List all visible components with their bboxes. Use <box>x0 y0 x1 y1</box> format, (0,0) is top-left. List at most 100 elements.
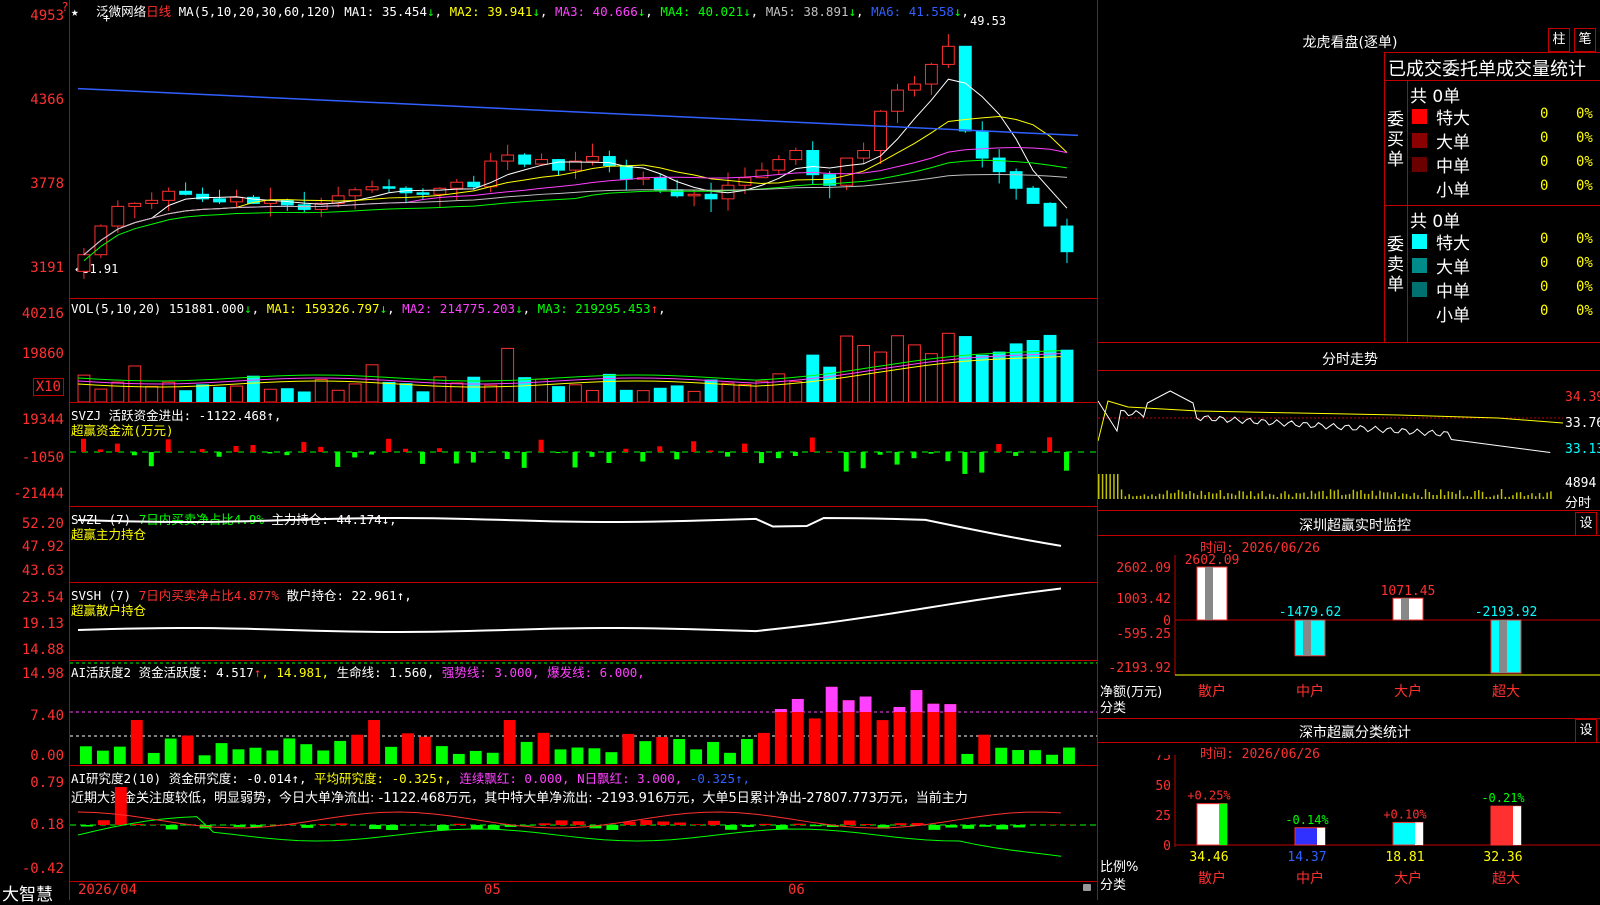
flow-bar <box>1064 452 1069 471</box>
flow-bar <box>267 452 272 453</box>
volume-bar <box>146 386 158 402</box>
activity-bar <box>877 720 889 764</box>
activity-bar <box>283 738 295 764</box>
activity-bar <box>216 743 228 764</box>
y-tick: 4366 <box>30 92 64 108</box>
ratio-value: 14.37 <box>1287 850 1326 865</box>
volume-bar <box>417 392 429 402</box>
intraday-vol <box>1121 489 1123 499</box>
research-bar <box>234 825 246 827</box>
lock-icon[interactable] <box>1083 884 1091 891</box>
flow-bar <box>437 448 442 452</box>
volume-bar <box>1061 350 1073 402</box>
classify-settings-button[interactable]: 设 <box>1575 719 1597 743</box>
activity-bar <box>707 742 719 764</box>
research-bar <box>962 825 974 829</box>
flow-bar <box>742 444 747 452</box>
retail-position-line <box>70 582 1097 660</box>
order-count: 0 <box>1540 130 1548 146</box>
activity-bar <box>351 735 363 764</box>
candle <box>1027 188 1039 203</box>
bar-value: -1479.62 <box>1279 605 1342 620</box>
candle <box>1061 226 1073 252</box>
candle <box>603 157 615 166</box>
avg-research-line <box>78 817 1061 857</box>
flow-bar <box>132 452 137 455</box>
candlestick-chart[interactable] <box>70 0 1097 298</box>
volume-bar <box>502 348 514 402</box>
volume-bar <box>519 378 531 402</box>
bar-category: 散户 <box>1198 683 1226 700</box>
activity-bar <box>249 748 261 764</box>
activity-bar <box>470 751 482 764</box>
legend-swatch <box>1412 282 1427 297</box>
candle <box>519 155 531 164</box>
activity-bar <box>894 707 906 764</box>
activity-bar <box>402 733 414 764</box>
order-percent: 0% <box>1576 154 1593 170</box>
intraday-vol <box>1242 491 1244 499</box>
intraday-vol <box>1185 494 1187 499</box>
order-count: 0 <box>1540 178 1548 194</box>
order-count: 0 <box>1540 279 1548 295</box>
activity-bar <box>199 755 211 764</box>
flow-bar <box>352 452 357 457</box>
flow-bar <box>979 452 984 473</box>
bar-value: 2602.09 <box>1185 553 1240 568</box>
ma120-line <box>78 89 1078 136</box>
order-percent: 0% <box>1576 303 1593 319</box>
intraday-vol <box>1520 492 1522 499</box>
order-size-label: 中单 <box>1436 152 1470 177</box>
order-count: 0 <box>1540 231 1548 247</box>
y-tick: 0.79 <box>30 775 64 791</box>
volume-bars <box>70 298 1097 402</box>
research-bar <box>115 787 127 825</box>
flow-bar <box>386 439 391 452</box>
order-size-label: 中单 <box>1436 277 1470 302</box>
y-tick: 1003.42 <box>1116 592 1171 607</box>
flow-bar <box>674 452 679 459</box>
date-tick: 06 <box>788 882 805 898</box>
activity-bar <box>165 739 177 764</box>
research-bar <box>674 822 686 825</box>
flow-bar <box>810 438 815 452</box>
intraday-vol <box>1356 491 1358 499</box>
order-size-label: 大单 <box>1436 253 1470 278</box>
activity-bar <box>182 736 194 764</box>
legend-swatch <box>1412 234 1427 249</box>
tick-view-button[interactable]: 笔 <box>1574 28 1596 52</box>
candle <box>875 111 887 150</box>
volume-bar <box>349 384 361 402</box>
intraday-vol <box>1235 495 1237 499</box>
activity-bar <box>368 720 380 764</box>
y-tick: 34.39 <box>1565 390 1600 405</box>
intraday-vol <box>1170 493 1172 499</box>
question-icon[interactable]: ? <box>62 0 68 14</box>
order-percent: 0% <box>1576 279 1593 295</box>
y-tick: 0.18 <box>30 817 64 833</box>
monitor-settings-button[interactable]: 设 <box>1575 512 1597 536</box>
column-view-button[interactable]: 柱 <box>1548 28 1570 52</box>
y-tick: 3191 <box>30 260 64 276</box>
bar-category: 散户 <box>1198 870 1226 887</box>
flow-bar <box>962 452 967 474</box>
intraday-vol <box>1269 494 1271 499</box>
activity-bar <box>809 718 821 764</box>
flow-bar <box>708 451 713 452</box>
research-bar <box>132 824 144 825</box>
research-bar <box>759 824 771 825</box>
intraday-chart[interactable] <box>1098 371 1563 509</box>
volume-bar <box>976 355 988 402</box>
ratio-bar-accent <box>1219 804 1227 845</box>
y-tick: 4953 <box>30 8 64 24</box>
volume-bar <box>909 345 921 402</box>
brand-logo: 大智慧 <box>2 880 53 905</box>
activity-bar <box>453 754 465 764</box>
intraday-vol <box>1353 490 1355 499</box>
retail-line <box>78 589 1061 632</box>
volume-bar <box>1027 341 1039 402</box>
activity-bar <box>419 737 431 764</box>
activity-bar <box>995 748 1007 764</box>
intraday-vol <box>1379 491 1381 499</box>
volume-bar <box>875 352 887 402</box>
